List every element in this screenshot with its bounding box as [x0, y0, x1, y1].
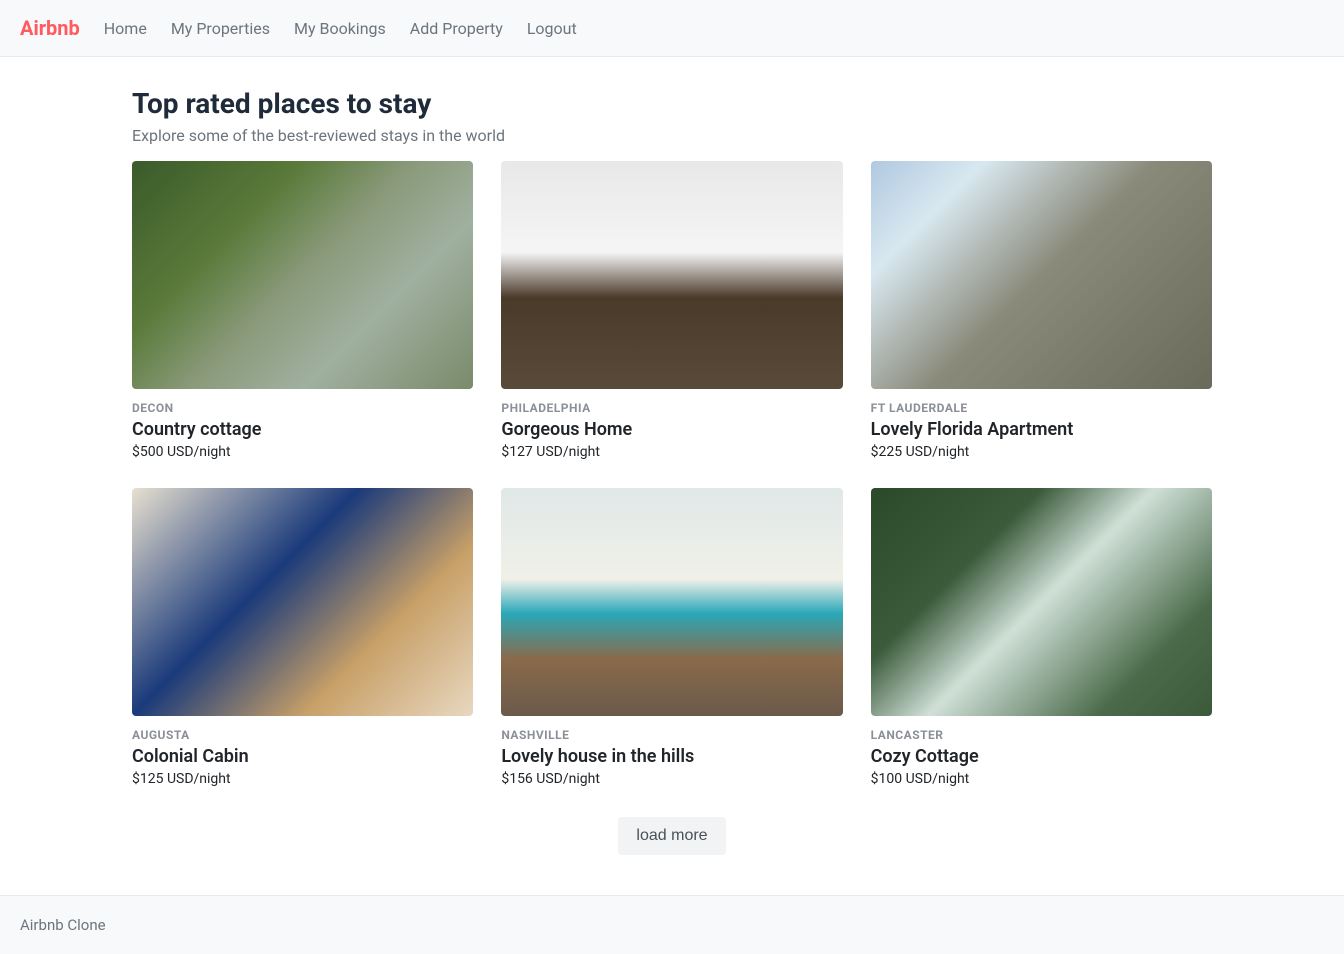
listing-image: [871, 488, 1212, 716]
listing-price: $127 USD/night: [501, 444, 842, 460]
nav-my-properties[interactable]: My Properties: [171, 19, 270, 38]
listing-card[interactable]: LANCASTER Cozy Cottage $100 USD/night: [871, 488, 1212, 787]
listing-location: PHILADELPHIA: [501, 401, 842, 415]
listing-title: Lovely house in the hills: [501, 746, 842, 767]
listing-image: [132, 488, 473, 716]
logo[interactable]: Airbnb: [20, 16, 80, 40]
load-more-button[interactable]: load more: [618, 817, 725, 855]
listings-grid: DECON Country cottage $500 USD/night PHI…: [132, 161, 1212, 787]
listing-location: LANCASTER: [871, 728, 1212, 742]
nav-add-property[interactable]: Add Property: [410, 19, 503, 38]
listing-price: $100 USD/night: [871, 771, 1212, 787]
listing-card[interactable]: PHILADELPHIA Gorgeous Home $127 USD/nigh…: [501, 161, 842, 460]
listing-card[interactable]: AUGUSTA Colonial Cabin $125 USD/night: [132, 488, 473, 787]
page-subtitle: Explore some of the best-reviewed stays …: [132, 126, 1212, 145]
listing-location: FT LAUDERDALE: [871, 401, 1212, 415]
listing-title: Colonial Cabin: [132, 746, 473, 767]
footer-text: Airbnb Clone: [20, 916, 106, 934]
listing-price: $500 USD/night: [132, 444, 473, 460]
load-more-container: load more: [132, 817, 1212, 855]
main-container: Top rated places to stay Explore some of…: [122, 57, 1222, 895]
listing-title: Gorgeous Home: [501, 419, 842, 440]
listing-price: $156 USD/night: [501, 771, 842, 787]
listing-price: $125 USD/night: [132, 771, 473, 787]
listing-image: [501, 161, 842, 389]
nav-logout[interactable]: Logout: [527, 19, 577, 38]
listing-title: Lovely Florida Apartment: [871, 419, 1212, 440]
listing-image: [132, 161, 473, 389]
nav-my-bookings[interactable]: My Bookings: [294, 19, 386, 38]
listing-image: [871, 161, 1212, 389]
page-title: Top rated places to stay: [132, 87, 1212, 120]
listing-card[interactable]: DECON Country cottage $500 USD/night: [132, 161, 473, 460]
footer: Airbnb Clone: [0, 895, 1344, 954]
listing-price: $225 USD/night: [871, 444, 1212, 460]
listing-image: [501, 488, 842, 716]
nav-home[interactable]: Home: [104, 19, 147, 38]
listing-location: AUGUSTA: [132, 728, 473, 742]
listing-card[interactable]: FT LAUDERDALE Lovely Florida Apartment $…: [871, 161, 1212, 460]
listing-location: NASHVILLE: [501, 728, 842, 742]
listing-location: DECON: [132, 401, 473, 415]
listing-card[interactable]: NASHVILLE Lovely house in the hills $156…: [501, 488, 842, 787]
listing-title: Country cottage: [132, 419, 473, 440]
navbar: Airbnb Home My Properties My Bookings Ad…: [0, 0, 1344, 57]
listing-title: Cozy Cottage: [871, 746, 1212, 767]
